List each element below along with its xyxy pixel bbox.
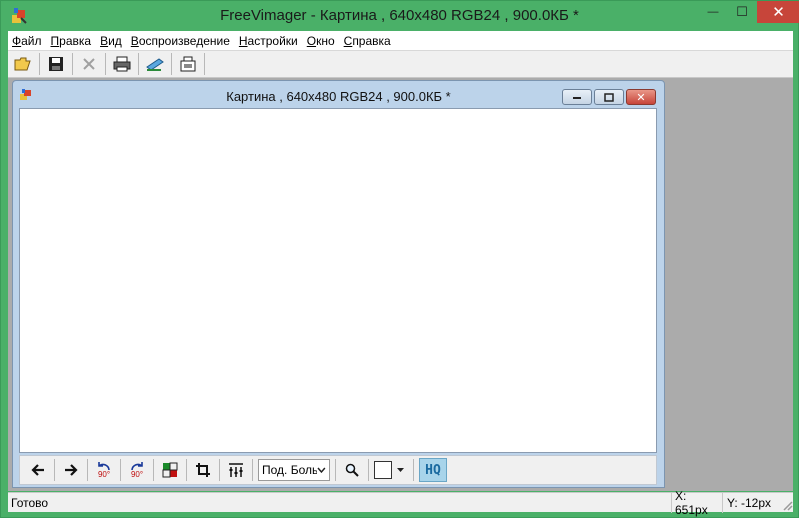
toolbar-separator	[138, 53, 139, 75]
toolbar-separator	[120, 459, 121, 481]
arrow-right-icon	[65, 464, 78, 476]
menu-settings[interactable]: Настройки	[239, 34, 298, 48]
main-toolbar	[8, 50, 793, 78]
status-text: Готово	[11, 496, 49, 510]
background-color-picker[interactable]	[374, 459, 408, 481]
toolbar-separator	[204, 53, 205, 75]
minimize-icon	[573, 97, 581, 99]
next-image-button[interactable]	[57, 457, 85, 483]
toolbar-separator	[368, 459, 369, 481]
menu-help[interactable]: Справка	[344, 34, 391, 48]
save-icon	[49, 57, 63, 71]
restore-icon	[604, 92, 614, 102]
toolbar-separator	[413, 459, 414, 481]
rotate-ccw-label: 90°	[97, 470, 111, 479]
sliders-icon	[229, 463, 243, 477]
screen-capture-button[interactable]	[175, 52, 201, 76]
image-canvas[interactable]	[19, 108, 657, 453]
child-minimize-button[interactable]	[562, 89, 592, 105]
app-title: FreeVimager - Картина , 640x480 RGB24 , …	[220, 7, 579, 24]
dropdown-arrow-icon	[397, 468, 404, 472]
toolbar-separator	[39, 53, 40, 75]
close-icon: ✕	[772, 4, 785, 21]
rotate-ccw-button[interactable]: 90°	[90, 457, 118, 483]
menubar: Файл Правка Вид Воспроизведение Настройк…	[8, 31, 793, 50]
resize-grip-icon[interactable]	[781, 499, 793, 511]
toolbar-separator	[54, 459, 55, 481]
toolbar-separator	[335, 459, 336, 481]
high-quality-toggle[interactable]: HQ	[419, 458, 447, 482]
close-button[interactable]: ✕	[757, 1, 799, 23]
previous-image-button[interactable]	[24, 457, 52, 483]
app-window: FreeVimager - Картина , 640x480 RGB24 , …	[0, 0, 799, 518]
minimize-button[interactable]: —	[698, 1, 728, 23]
scan-button[interactable]	[142, 52, 168, 76]
open-button[interactable]	[10, 52, 36, 76]
child-titlebar[interactable]: Картина , 640x480 RGB24 , 900.0КБ * ✕	[13, 81, 664, 108]
child-restore-button[interactable]	[594, 89, 624, 105]
menu-play[interactable]: Воспроизведение	[131, 34, 230, 48]
toolbar-separator	[252, 459, 253, 481]
zoom-select[interactable]: Под. Больше	[258, 459, 330, 481]
print-icon	[113, 56, 131, 72]
toolbar-separator	[171, 53, 172, 75]
menu-edit[interactable]: Правка	[51, 34, 92, 48]
chevron-down-icon	[317, 467, 326, 473]
zoom-button[interactable]	[338, 457, 366, 483]
crop-button[interactable]	[189, 457, 217, 483]
maximize-button[interactable]: ☐	[728, 1, 756, 23]
child-close-button[interactable]: ✕	[626, 89, 656, 105]
statusbar: Готово X: 651px Y: -12px	[8, 489, 793, 517]
menu-window[interactable]: Окно	[307, 34, 335, 48]
app-titlebar[interactable]: FreeVimager - Картина , 640x480 RGB24 , …	[1, 1, 799, 31]
close-icon: ✕	[636, 91, 646, 104]
menu-view[interactable]: Вид	[100, 34, 122, 48]
magnifier-icon	[345, 463, 359, 477]
open-folder-icon	[14, 57, 31, 71]
save-button[interactable]	[43, 52, 69, 76]
maximize-icon: ☐	[736, 4, 748, 19]
delete-icon	[83, 58, 95, 70]
print-button[interactable]	[109, 52, 135, 76]
toolbar-separator	[87, 459, 88, 481]
color-blocks-icon	[162, 462, 178, 478]
image-document-window: Картина , 640x480 RGB24 , 900.0КБ * ✕ 90…	[12, 80, 665, 488]
delete-button[interactable]	[76, 52, 102, 76]
toolbar-separator	[186, 459, 187, 481]
crop-icon	[196, 463, 210, 477]
menu-file[interactable]: Файл	[12, 34, 42, 48]
image-toolbar: 90° 90° Под. Боль HQ	[19, 455, 657, 485]
arrow-left-icon	[31, 464, 44, 476]
scan-icon	[146, 58, 164, 71]
color-adjust-button[interactable]	[156, 457, 184, 483]
toolbar-separator	[105, 53, 106, 75]
rotate-cw-button[interactable]: 90°	[123, 457, 151, 483]
minimize-icon: —	[707, 6, 719, 18]
status-x-coordinate: X: 651px	[671, 489, 721, 517]
zoom-select-value: Под. Больше	[262, 463, 318, 477]
color-swatch	[374, 461, 392, 479]
mdi-workspace: Картина , 640x480 RGB24 , 900.0КБ * ✕ 90…	[8, 78, 793, 491]
screen-capture-icon	[180, 56, 196, 72]
levels-button[interactable]	[222, 457, 250, 483]
toolbar-separator	[219, 459, 220, 481]
rotate-cw-label: 90°	[130, 470, 144, 479]
status-y-coordinate: Y: -12px	[722, 493, 782, 513]
toolbar-separator	[72, 53, 73, 75]
toolbar-separator	[153, 459, 154, 481]
